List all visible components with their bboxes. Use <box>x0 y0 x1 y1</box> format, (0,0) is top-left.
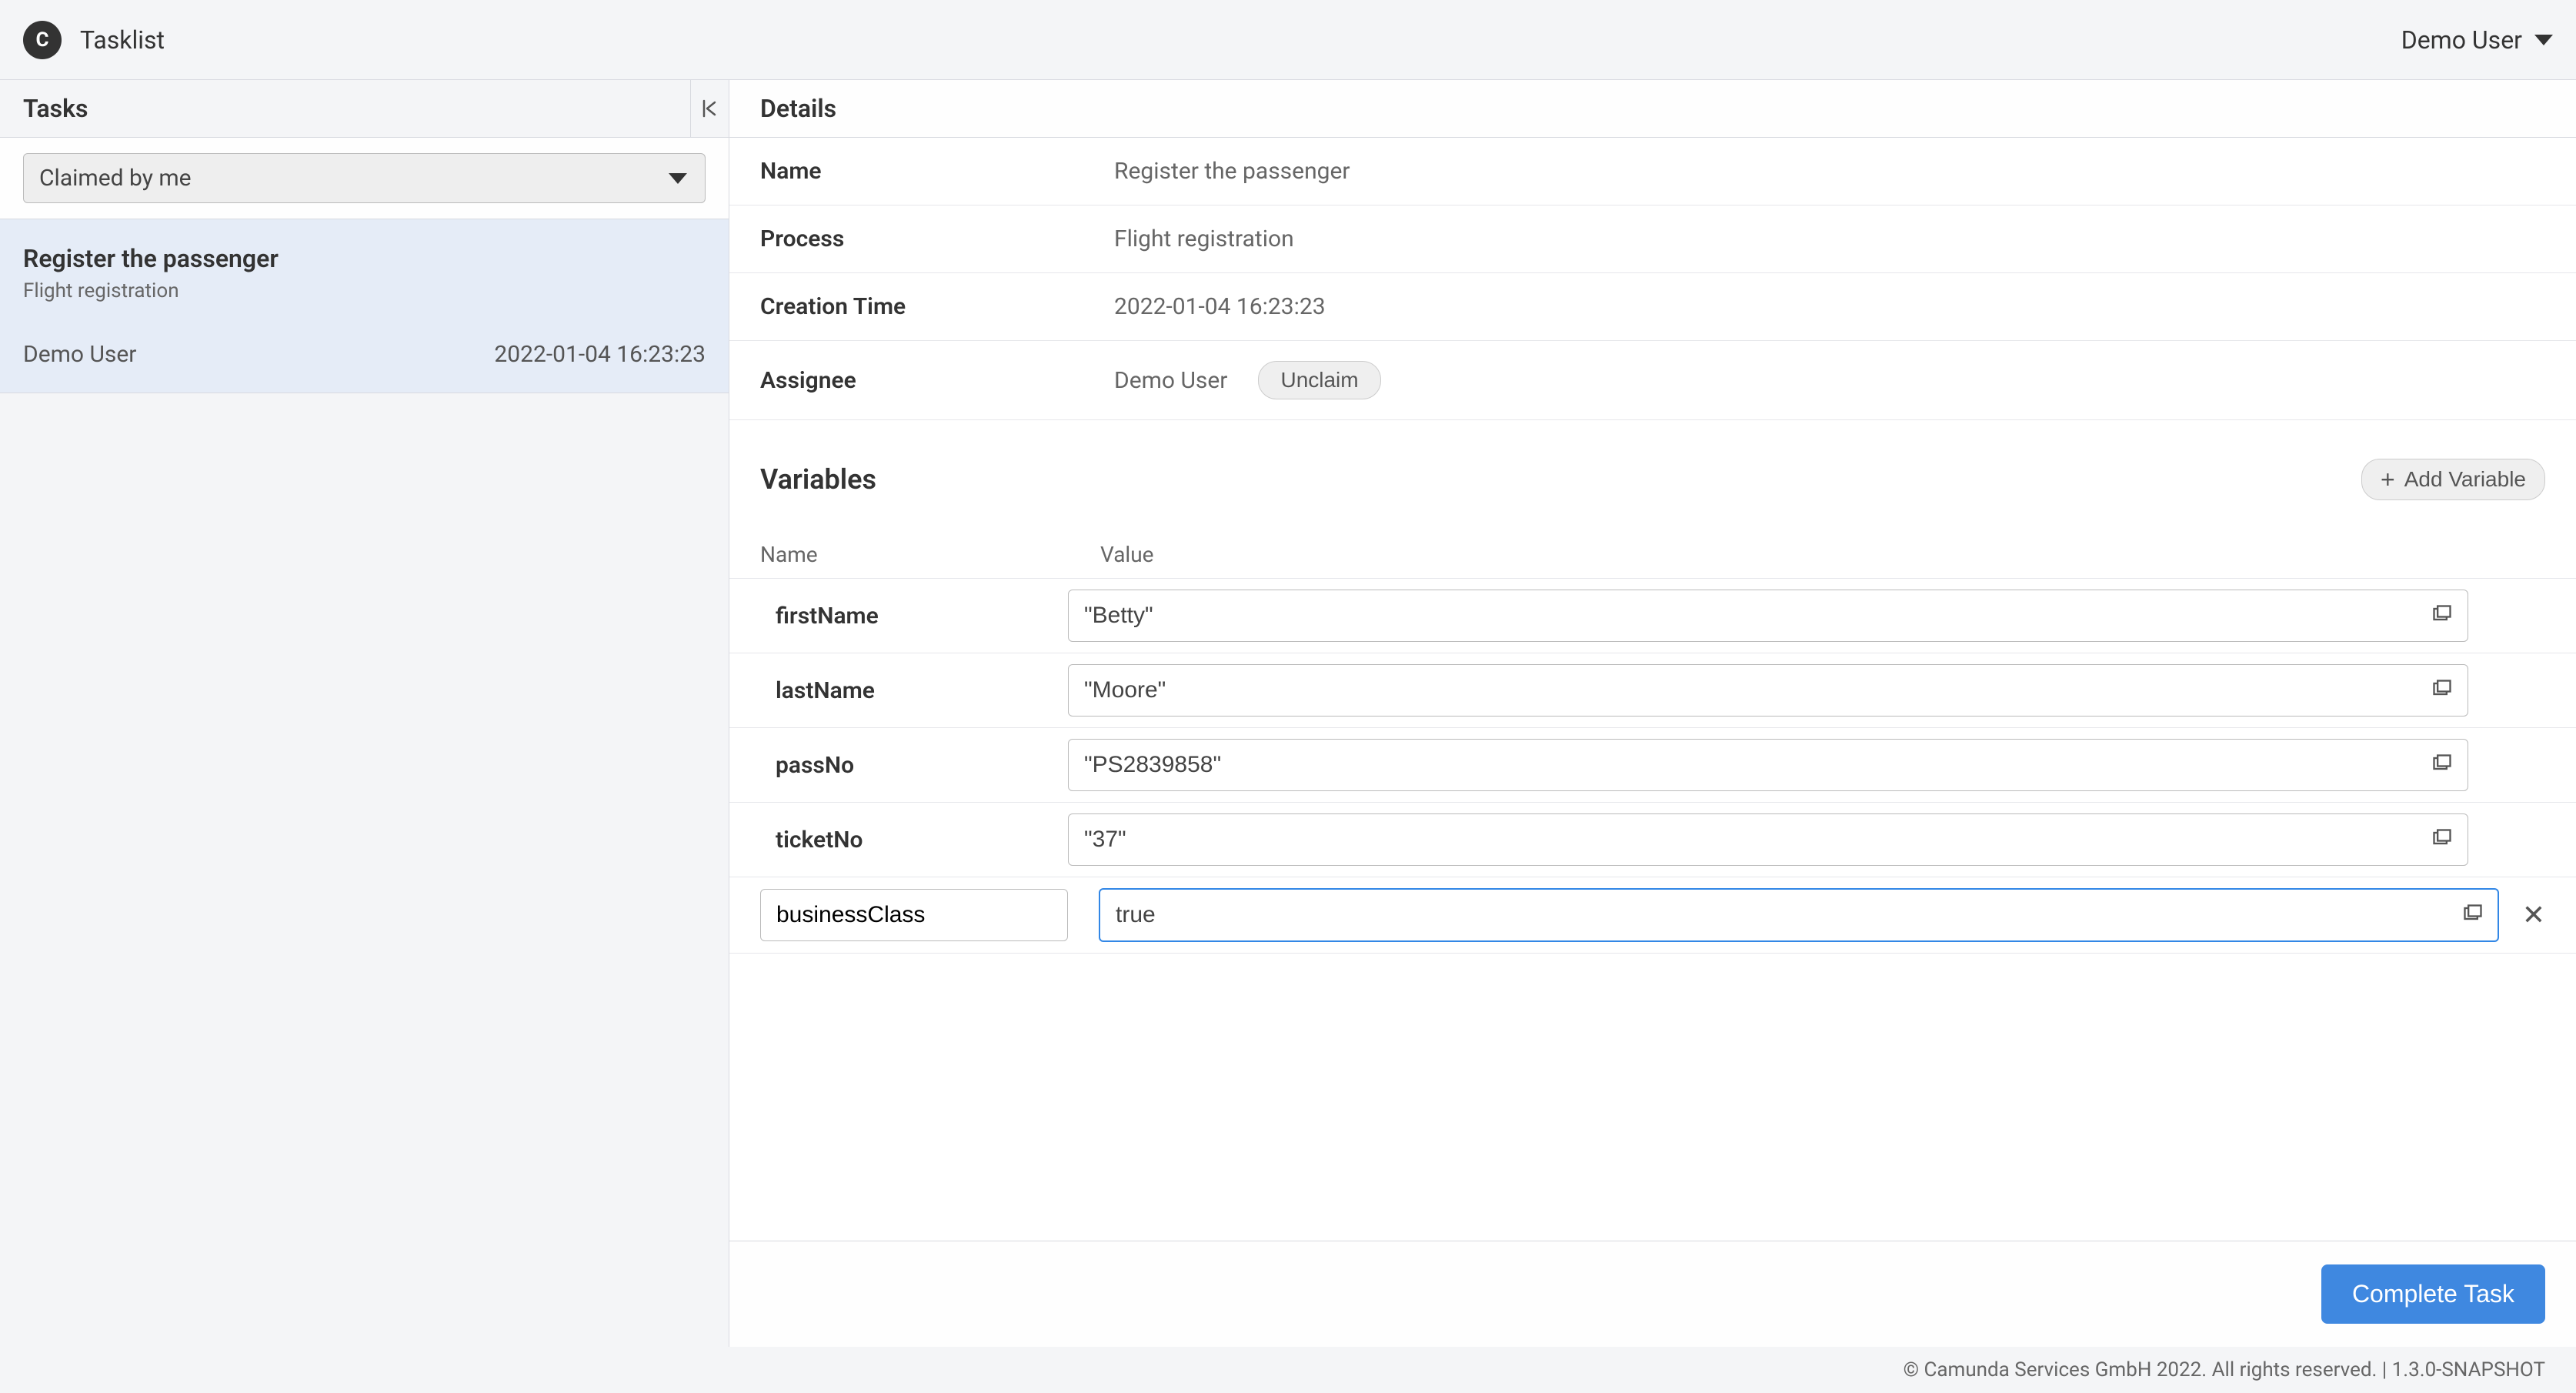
variables-section: Variables + Add Variable Name Value firs… <box>729 420 2576 1241</box>
detail-label: Assignee <box>760 367 1114 394</box>
user-menu[interactable]: Demo User <box>2401 25 2553 55</box>
variable-row-new: ✕ <box>729 877 2576 954</box>
sidebar-title: Tasks <box>23 94 88 123</box>
filter-select[interactable]: Claimed by me <box>23 153 706 203</box>
detail-value-assignee: Demo User Unclaim <box>1114 361 1381 399</box>
add-variable-label: Add Variable <box>2404 467 2526 492</box>
sidebar: Tasks Claimed by me Register the passeng… <box>0 80 729 1347</box>
detail-label: Name <box>760 158 1114 185</box>
variable-name-input[interactable] <box>760 889 1068 941</box>
detail-label: Creation Time <box>760 293 1114 320</box>
detail-row-process: Process Flight registration <box>729 205 2576 273</box>
variable-name: passNo <box>745 752 1068 779</box>
expand-icon[interactable] <box>2431 827 2453 852</box>
app-title: Tasklist <box>80 25 165 55</box>
variable-row: firstName <box>729 579 2576 653</box>
header-left: C Tasklist <box>23 21 165 59</box>
expand-icon[interactable] <box>2431 678 2453 703</box>
variable-value-wrapper <box>1068 664 2468 717</box>
user-name-label: Demo User <box>2401 25 2522 55</box>
detail-row-creation-time: Creation Time 2022-01-04 16:23:23 <box>729 273 2576 341</box>
filter-section: Claimed by me <box>0 138 729 219</box>
col-header-value: Value <box>1100 542 1154 567</box>
detail-row-assignee: Assignee Demo User Unclaim <box>729 341 2576 419</box>
details-table: Name Register the passenger Process Flig… <box>729 138 2576 420</box>
app-logo[interactable]: C <box>23 21 62 59</box>
filter-select-wrapper: Claimed by me <box>23 153 706 203</box>
variable-name: ticketNo <box>745 827 1068 854</box>
variable-value-input[interactable] <box>1068 664 2468 717</box>
detail-row-name: Name Register the passenger <box>729 138 2576 205</box>
main-layout: Tasks Claimed by me Register the passeng… <box>0 80 2576 1347</box>
task-item-title: Register the passenger <box>23 244 706 273</box>
task-item-assignee: Demo User <box>23 341 136 368</box>
variable-name: lastName <box>745 677 1068 704</box>
task-item-date: 2022-01-04 16:23:23 <box>494 341 706 368</box>
unclaim-button[interactable]: Unclaim <box>1258 361 1380 399</box>
task-item-process: Flight registration <box>23 279 706 302</box>
content-panel: Details Name Register the passenger Proc… <box>729 80 2576 1347</box>
variables-table-header: Name Value <box>729 531 2576 579</box>
variable-value-input[interactable] <box>1099 888 2499 942</box>
detail-value: Register the passenger <box>1114 158 1350 185</box>
task-list-item[interactable]: Register the passenger Flight registrati… <box>0 219 729 393</box>
add-variable-button[interactable]: + Add Variable <box>2361 459 2545 500</box>
expand-icon[interactable] <box>2431 753 2453 777</box>
variable-value-wrapper <box>1068 813 2468 866</box>
variables-header: Variables + Add Variable <box>729 420 2576 531</box>
collapse-left-icon <box>702 99 718 118</box>
delete-variable-button[interactable]: ✕ <box>2499 899 2545 931</box>
task-item-footer: Demo User 2022-01-04 16:23:23 <box>23 341 706 368</box>
detail-label: Process <box>760 225 1114 252</box>
complete-task-button[interactable]: Complete Task <box>2321 1264 2545 1324</box>
expand-icon[interactable] <box>2462 903 2484 927</box>
collapse-sidebar-button[interactable] <box>690 80 729 138</box>
variable-value-input[interactable] <box>1068 813 2468 866</box>
variable-row: ticketNo <box>729 803 2576 877</box>
variable-value-wrapper <box>1068 590 2468 642</box>
detail-value: Flight registration <box>1114 225 1294 252</box>
expand-icon[interactable] <box>2431 603 2453 628</box>
variable-name: firstName <box>745 603 1068 630</box>
variable-row: lastName <box>729 653 2576 728</box>
app-header: C Tasklist Demo User <box>0 0 2576 80</box>
plus-icon: + <box>2381 467 2395 492</box>
variables-title: Variables <box>760 463 876 496</box>
sidebar-header: Tasks <box>0 80 729 138</box>
col-header-name: Name <box>760 542 1100 567</box>
variable-value-input[interactable] <box>1068 590 2468 642</box>
content-header: Details <box>729 80 2576 138</box>
variable-value-wrapper <box>1068 739 2468 791</box>
page-footer: © Camunda Services GmbH 2022. All rights… <box>0 1347 2576 1393</box>
content-footer: Complete Task <box>729 1241 2576 1347</box>
details-heading: Details <box>760 94 836 123</box>
chevron-down-icon <box>2534 35 2553 45</box>
footer-text: © Camunda Services GmbH 2022. All rights… <box>1904 1358 2545 1381</box>
variable-row: passNo <box>729 728 2576 803</box>
close-icon: ✕ <box>2522 899 2545 931</box>
variable-value-input[interactable] <box>1068 739 2468 791</box>
assignee-name: Demo User <box>1114 367 1227 394</box>
variable-value-wrapper <box>1099 888 2499 942</box>
detail-value: 2022-01-04 16:23:23 <box>1114 293 1326 320</box>
